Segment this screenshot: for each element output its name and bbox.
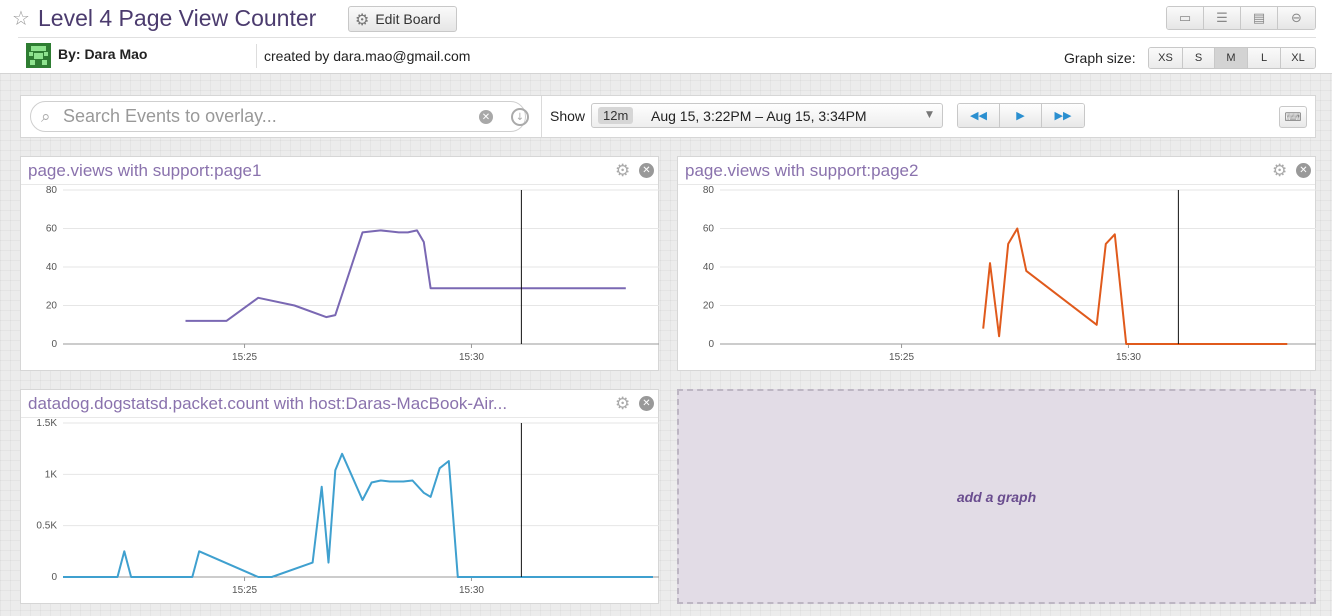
x-tick-label: 15:25 <box>232 585 257 596</box>
tv-mode-icon[interactable]: ▭ <box>1167 7 1204 29</box>
series-line <box>982 227 1288 345</box>
search-box: ⌕ ✕ <box>30 101 526 132</box>
time-window-badge: 12m <box>598 107 634 124</box>
star-icon[interactable]: ☆ <box>12 6 30 30</box>
graph-size-s[interactable]: S <box>1183 48 1215 68</box>
report-view-icon[interactable]: ▤ <box>1241 7 1278 29</box>
line-chart: 0 20 40 60 80 15:25 15:30 <box>46 185 659 363</box>
graph-size-m[interactable]: M <box>1215 48 1248 68</box>
created-by: created by dara.mao@gmail.com <box>264 48 471 64</box>
x-tick-label: 15:30 <box>459 352 484 363</box>
graph-size-label: Graph size: <box>1064 50 1136 66</box>
toolbar-separator <box>541 96 542 137</box>
y-tick-label: 20 <box>46 301 58 312</box>
line-chart: 0 20 40 60 80 15:25 15:30 <box>703 185 1316 363</box>
search-input[interactable] <box>63 105 473 128</box>
y-tick-label: 60 <box>46 224 58 235</box>
graph-panel-page1: page.views with support:page1 ⚙ ✕ 0 20 40 6… <box>20 156 659 371</box>
graph-panel-page2: page.views with support:page2 ⚙ ✕ 0 20 40 6… <box>677 156 1316 371</box>
add-graph-label: add a graph <box>956 488 1037 505</box>
header-divider <box>18 37 1316 38</box>
graph-size-l[interactable]: L <box>1248 48 1281 68</box>
y-tick-label: 0 <box>51 572 57 583</box>
series-line <box>63 452 653 578</box>
header-separator <box>256 44 257 68</box>
edit-board-button[interactable]: ⚙ Edit Board <box>348 6 457 32</box>
y-tick-label: 40 <box>703 262 715 273</box>
author-name: By: Dara Mao <box>58 46 148 62</box>
y-tick-label: 60 <box>703 224 715 235</box>
list-view-icon[interactable]: ☰ <box>1204 7 1241 29</box>
rewind-icon[interactable]: ◀◀ <box>958 104 1000 127</box>
time-range-select[interactable]: 12m Aug 15, 3:22PM – Aug 15, 3:34PM ▼ <box>591 103 943 128</box>
avatar <box>26 43 51 68</box>
gear-icon: ⚙ <box>355 9 370 29</box>
search-icon: ⌕ <box>41 107 51 127</box>
download-icon[interactable]: ↓ <box>511 108 529 126</box>
top-bar: ☆ Level 4 Page View Counter ⚙ Edit Board… <box>0 0 1332 74</box>
series-line <box>185 229 626 322</box>
y-tick-label: 80 <box>703 185 715 196</box>
x-tick-label: 15:30 <box>459 585 484 596</box>
clear-search-icon[interactable]: ✕ <box>479 110 493 124</box>
y-tick-label: 20 <box>703 301 715 312</box>
y-tick-label: 0.5K <box>36 521 57 532</box>
show-label: Show <box>550 108 586 124</box>
keyboard-icon[interactable]: ⌨ <box>1279 106 1307 128</box>
view-mode-buttons: ▭ ☰ ▤ ⊖ <box>1166 6 1316 30</box>
x-tick-label: 15:25 <box>889 352 914 363</box>
event-toolbar: ⌕ ✕ ↓ Show 12m Aug 15, 3:22PM – Aug 15, … <box>20 95 1316 138</box>
y-tick-label: 0 <box>51 339 57 350</box>
remove-icon[interactable]: ⊖ <box>1278 7 1315 29</box>
dropdown-caret-icon: ▼ <box>926 110 933 120</box>
add-graph-placeholder[interactable]: add a graph <box>677 389 1316 604</box>
y-tick-label: 40 <box>46 262 58 273</box>
x-tick-label: 15:25 <box>232 352 257 363</box>
y-tick-label: 1.5K <box>36 418 57 429</box>
graph-size-xs[interactable]: XS <box>1149 48 1183 68</box>
page-title: Level 4 Page View Counter <box>38 5 317 31</box>
y-tick-label: 1K <box>45 469 58 480</box>
graph-panel-packet-count: datadog.dogstatsd.packet.count with host… <box>20 389 659 604</box>
fast-forward-icon[interactable]: ▶▶ <box>1042 104 1084 127</box>
y-tick-label: 0 <box>708 339 714 350</box>
play-icon[interactable]: ▶ <box>1000 104 1042 127</box>
x-tick-label: 15:30 <box>1116 352 1141 363</box>
graph-size-xl[interactable]: XL <box>1281 48 1315 68</box>
time-range-text: Aug 15, 3:22PM – Aug 15, 3:34PM <box>651 108 867 124</box>
graph-size-buttons: XS S M L XL <box>1148 47 1316 69</box>
line-chart: 0 0.5K 1K 1.5K 15:25 15:30 <box>36 418 659 596</box>
time-nav-buttons: ◀◀ ▶ ▶▶ <box>957 103 1085 128</box>
y-tick-label: 80 <box>46 185 58 196</box>
edit-board-label: Edit Board <box>375 11 441 27</box>
